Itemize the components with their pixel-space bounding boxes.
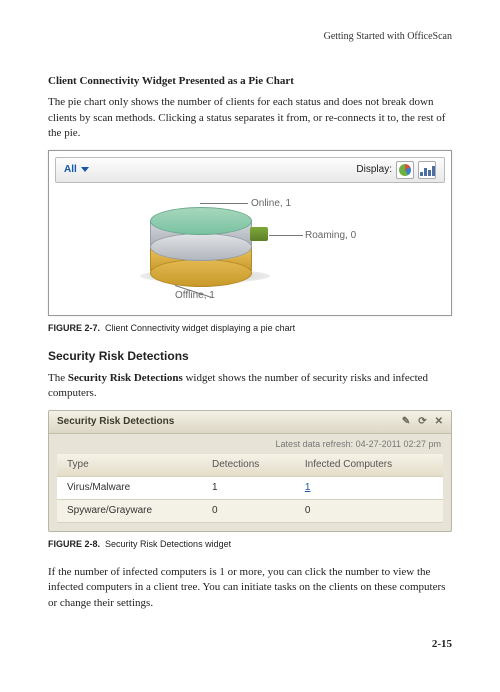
widget-title: Security Risk Detections [57, 415, 174, 429]
infected-link[interactable]: 1 [305, 482, 311, 493]
figure-caption-2: FIGURE 2-8. Security Risk Detections wid… [48, 538, 452, 551]
section-title-pie: Client Connectivity Widget Presented as … [48, 74, 452, 89]
widget-security-risk: Security Risk Detections ✎ ⟳ ✕ Latest da… [48, 410, 452, 533]
page-number: 2-15 [48, 637, 452, 652]
bar-view-button[interactable] [418, 161, 436, 179]
section-para-pie: The pie chart only shows the number of c… [48, 95, 452, 141]
refresh-icon[interactable]: ⟳ [418, 415, 426, 429]
figure-caption-1: FIGURE 2-7. Client Connectivity widget d… [48, 322, 452, 335]
para-after-widget: If the number of infected computers is 1… [48, 565, 452, 611]
label-roaming: Roaming, 0 [305, 229, 356, 243]
pie-view-button[interactable] [396, 161, 414, 179]
refresh-timestamp: Latest data refresh: 04-27-2011 02:27 pm [49, 434, 451, 455]
label-online: Online, 1 [251, 197, 291, 211]
display-label: Display: [356, 163, 392, 177]
chevron-down-icon [81, 167, 89, 172]
col-infected: Infected Computers [295, 454, 443, 477]
running-header: Getting Started with OfficeScan [48, 30, 452, 44]
bar-chart-icon [420, 164, 435, 176]
roaming-slice[interactable] [250, 227, 268, 241]
table-row: Virus/Malware 1 1 [57, 477, 443, 500]
col-type: Type [57, 454, 202, 477]
filter-label: All [64, 163, 77, 177]
heading-security-risk: Security Risk Detections [48, 348, 452, 365]
table-row: Spyware/Grayware 0 0 [57, 500, 443, 523]
label-offline: Offline, 1 [175, 289, 215, 303]
pie-chart-area: Online, 1 Roaming, 0 Offline, 1 [55, 189, 445, 309]
filter-dropdown[interactable]: All [64, 163, 89, 177]
pie-chart-icon [399, 164, 411, 176]
col-detections: Detections [202, 454, 295, 477]
risk-table: Type Detections Infected Computers Virus… [57, 454, 443, 523]
close-icon[interactable]: ✕ [435, 415, 443, 429]
para-security-risk: The Security Risk Detections widget show… [48, 371, 452, 402]
widget-toolbar: All Display: [55, 157, 445, 183]
edit-icon[interactable]: ✎ [402, 415, 410, 429]
figure-pie-chart: All Display: Online, 1 Roaming, 0 [48, 150, 452, 316]
